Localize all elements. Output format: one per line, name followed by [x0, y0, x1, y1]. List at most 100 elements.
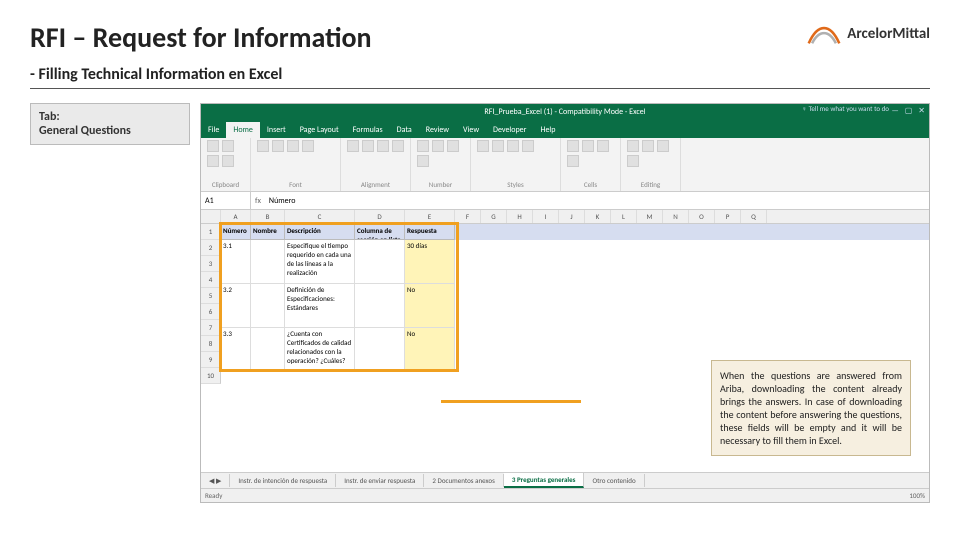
data-cell[interactable]: Definición de Especificaciones: Estándar…	[285, 284, 355, 328]
ribbon-button[interactable]	[272, 140, 284, 152]
ribbon-button[interactable]	[362, 140, 374, 152]
ribbon-button[interactable]	[207, 140, 219, 152]
ribbon-button[interactable]	[347, 140, 359, 152]
maximize-icon[interactable]: ▢	[905, 106, 913, 116]
row-header[interactable]: 4	[201, 272, 221, 288]
row-header[interactable]: 8	[201, 336, 221, 352]
col-header[interactable]: C	[285, 210, 355, 223]
data-cell[interactable]: 3.1	[221, 240, 251, 284]
data-cell[interactable]	[251, 328, 285, 372]
ribbon-button[interactable]	[657, 140, 669, 152]
ribbon-tab-insert[interactable]: Insert	[260, 122, 293, 138]
col-header[interactable]: I	[533, 210, 559, 223]
ribbon-button[interactable]	[522, 140, 534, 152]
data-cell[interactable]	[251, 284, 285, 328]
sheet-tab[interactable]: 2 Documentos anexos	[424, 474, 503, 487]
ribbon-button[interactable]	[597, 140, 609, 152]
ribbon-button[interactable]	[567, 155, 579, 167]
ribbon-button[interactable]	[447, 140, 459, 152]
col-header[interactable]: A	[221, 210, 251, 223]
col-header[interactable]: N	[663, 210, 689, 223]
ribbon-button[interactable]	[567, 140, 579, 152]
col-header[interactable]: H	[507, 210, 533, 223]
col-header[interactable]	[201, 210, 221, 223]
table-header-cell[interactable]: Nombre	[251, 224, 285, 240]
data-cell[interactable]	[355, 284, 405, 328]
ribbon-button[interactable]	[417, 140, 429, 152]
ribbon-button[interactable]	[222, 155, 234, 167]
ribbon-tab-formulas[interactable]: Formulas	[346, 122, 390, 138]
row-header[interactable]: 5	[201, 288, 221, 304]
table-header-cell[interactable]: Respuesta	[405, 224, 455, 240]
formula-value[interactable]: Número	[265, 196, 300, 206]
sheet-tab[interactable]: Instr. de enviar respuesta	[336, 474, 424, 487]
col-header[interactable]: K	[585, 210, 611, 223]
row-header[interactable]: 2	[201, 240, 221, 256]
ribbon-button[interactable]	[432, 140, 444, 152]
ribbon-button[interactable]	[222, 140, 234, 152]
ribbon-button[interactable]	[392, 140, 404, 152]
col-header[interactable]: G	[481, 210, 507, 223]
data-cell[interactable]: 3.3	[221, 328, 251, 372]
ribbon-tab-help[interactable]: Help	[533, 122, 562, 138]
ribbon-tab-file[interactable]: File	[201, 122, 226, 138]
ribbon-tab-page-layout[interactable]: Page Layout	[293, 122, 346, 138]
row-header[interactable]: 7	[201, 320, 221, 336]
data-cell[interactable]	[251, 240, 285, 284]
col-header[interactable]: J	[559, 210, 585, 223]
ribbon-button[interactable]	[477, 140, 489, 152]
ribbon-button[interactable]	[207, 155, 219, 167]
sheet-tab[interactable]: Otro contenido	[584, 474, 644, 487]
minimize-icon[interactable]: —	[891, 106, 898, 116]
row-header[interactable]: 6	[201, 304, 221, 320]
response-cell[interactable]: 30 días	[405, 240, 455, 284]
row-header[interactable]: 9	[201, 352, 221, 368]
worksheet-area[interactable]: ABCDEFGHIJKLMNOPQ 12345678910 NúmeroNomb…	[201, 210, 929, 470]
col-header[interactable]: B	[251, 210, 285, 223]
response-cell[interactable]: No	[405, 284, 455, 328]
sheet-nav[interactable]: ◀ ▶	[201, 474, 230, 487]
ribbon-button[interactable]	[642, 140, 654, 152]
col-header[interactable]: E	[405, 210, 455, 223]
ribbon-button[interactable]	[507, 140, 519, 152]
col-header[interactable]: L	[611, 210, 637, 223]
ribbon-button[interactable]	[417, 155, 429, 167]
ribbon-tab-data[interactable]: Data	[390, 122, 419, 138]
ribbon-button[interactable]	[582, 140, 594, 152]
ribbon-button[interactable]	[627, 140, 639, 152]
response-cell[interactable]: No	[405, 328, 455, 372]
table-header-cell[interactable]: Columna de sección en lista	[355, 224, 405, 240]
sheet-tab[interactable]: Instr. de intención de respuesta	[230, 474, 336, 487]
ribbon-button[interactable]	[627, 155, 639, 167]
col-header[interactable]: D	[355, 210, 405, 223]
col-header[interactable]: O	[689, 210, 715, 223]
col-header[interactable]: Q	[741, 210, 767, 223]
zoom-level[interactable]: 100%	[909, 491, 925, 500]
data-cell[interactable]: 3.2	[221, 284, 251, 328]
fx-icon[interactable]: fx	[251, 196, 265, 206]
row-header[interactable]: 1	[201, 224, 221, 240]
tell-me-box[interactable]: ♀ Tell me what you want to do	[802, 104, 889, 113]
ribbon-button[interactable]	[492, 140, 504, 152]
data-cell[interactable]	[355, 328, 405, 372]
col-header[interactable]: P	[715, 210, 741, 223]
col-header[interactable]: M	[637, 210, 663, 223]
ribbon-button[interactable]	[377, 140, 389, 152]
row-header[interactable]: 3	[201, 256, 221, 272]
data-cell[interactable]	[355, 240, 405, 284]
ribbon-tab-view[interactable]: View	[456, 122, 486, 138]
ribbon-button[interactable]	[257, 140, 269, 152]
ribbon-tab-home[interactable]: Home	[226, 122, 260, 138]
ribbon-tab-review[interactable]: Review	[419, 122, 456, 138]
name-box[interactable]: A1	[201, 192, 251, 209]
sheet-tab[interactable]: 3 Preguntas generales	[504, 473, 585, 488]
table-header-cell[interactable]: Descripción	[285, 224, 355, 240]
ribbon-button[interactable]	[287, 140, 299, 152]
data-cell[interactable]: Especifique el tiempo requerido en cada …	[285, 240, 355, 284]
row-header[interactable]: 10	[201, 368, 221, 384]
table-header-cell[interactable]: Número	[221, 224, 251, 240]
ribbon-tab-developer[interactable]: Developer	[486, 122, 533, 138]
col-header[interactable]: F	[455, 210, 481, 223]
close-icon[interactable]: ✕	[918, 106, 925, 116]
ribbon-button[interactable]	[302, 140, 314, 152]
